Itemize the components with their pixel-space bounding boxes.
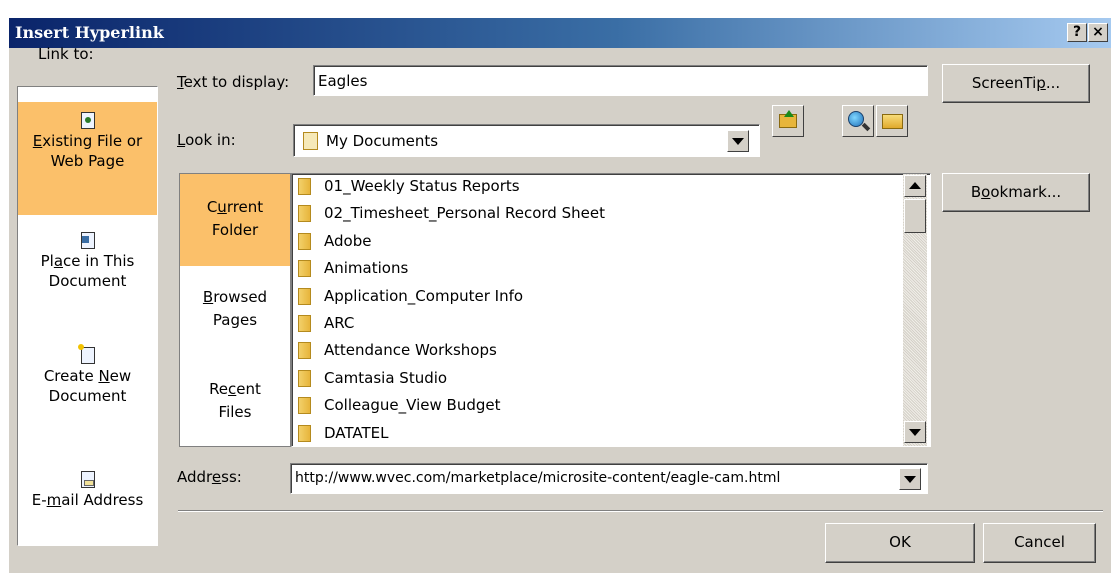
look-in-dropdown[interactable]: My Documents — [293, 124, 760, 157]
folder-icon — [298, 232, 311, 250]
place-in-document-icon — [80, 232, 95, 249]
look-in-label: Look in: — [177, 131, 236, 149]
address-label: Address: — [177, 468, 242, 486]
file-name: 02_Timesheet_Personal Record Sheet — [324, 204, 605, 223]
file-list-item[interactable]: 01_Weekly Status Reports — [292, 174, 897, 201]
folder-icon — [298, 424, 311, 442]
folder-icon — [298, 260, 311, 278]
folder-icon — [298, 315, 311, 332]
link-to-place-in-document[interactable]: Place in This Document — [18, 232, 157, 291]
file-list-item[interactable]: Attendance Workshops — [292, 338, 897, 365]
link-item-label: E-mail Address — [31, 491, 144, 509]
browse-file-button[interactable] — [876, 105, 908, 137]
link-to-existing-file[interactable]: Existing File or Web Page — [18, 102, 157, 215]
file-list-item[interactable]: DATATEL — [292, 421, 897, 446]
help-button[interactable]: ? — [1067, 23, 1087, 42]
folder-icon — [298, 287, 311, 305]
file-name: Colleague_View Budget — [324, 396, 501, 415]
link-to-email-address[interactable]: E-mail Address — [18, 471, 157, 510]
nav-recent-files[interactable]: Recent Files — [180, 378, 290, 424]
link-to-label: Link to: — [38, 45, 94, 63]
file-list-scrollbar[interactable] — [903, 174, 927, 446]
title-bar[interactable]: Insert Hyperlink ? × — [9, 18, 1111, 48]
link-item-label: Create New Document — [43, 367, 132, 405]
file-name: Application_Computer Info — [324, 286, 524, 305]
file-list-item[interactable]: Adobe — [292, 229, 897, 256]
open-folder-icon — [882, 114, 903, 129]
link-item-label: Place in This Document — [40, 252, 135, 290]
browse-nav: Current Folder Browsed Pages Recent Files — [179, 173, 291, 447]
file-list-item[interactable]: Application_Computer Info — [292, 284, 897, 311]
file-list-item[interactable]: Colleague_View Budget — [292, 393, 897, 420]
dialog-title: Insert Hyperlink — [15, 23, 164, 42]
folder-icon — [298, 397, 311, 415]
scroll-thumb[interactable] — [904, 199, 926, 233]
email-icon — [80, 471, 95, 488]
folder-icon — [298, 205, 311, 223]
file-list-item[interactable]: 02_Timesheet_Personal Record Sheet — [292, 201, 897, 228]
new-document-icon — [77, 344, 95, 364]
link-to-create-new-document[interactable]: Create New Document — [18, 344, 157, 406]
web-page-icon — [80, 112, 95, 129]
link-item-label: Existing File or Web Page — [32, 132, 143, 170]
look-in-dropdown-arrow[interactable] — [727, 130, 749, 152]
my-documents-icon — [303, 132, 318, 150]
address-dropdown[interactable]: http://www.wvec.com/marketplace/microsit… — [290, 463, 928, 494]
file-name: Attendance Workshops — [324, 341, 497, 360]
file-name: Animations — [324, 259, 409, 278]
file-name: DATATEL — [324, 423, 389, 442]
address-dropdown-arrow[interactable] — [899, 468, 921, 490]
folder-icon — [298, 342, 311, 360]
ok-button[interactable]: OK — [825, 523, 975, 563]
file-name: ARC — [324, 314, 355, 332]
folder-icon — [298, 178, 311, 195]
text-to-display-label: Text to display: — [177, 73, 290, 91]
nav-browsed-pages[interactable]: Browsed Pages — [180, 286, 290, 332]
nav-current-folder[interactable]: Current Folder — [180, 174, 290, 266]
browse-web-button[interactable] — [842, 105, 874, 137]
up-one-folder-button[interactable] — [772, 105, 804, 137]
separator — [178, 510, 1103, 512]
scroll-down-button[interactable] — [904, 421, 926, 443]
file-name: Camtasia Studio — [324, 368, 448, 387]
file-list[interactable]: 01_Weekly Status Reports 02_Timesheet_Per… — [291, 173, 931, 447]
bookmark-button[interactable]: Bookmark... — [942, 173, 1090, 212]
cancel-button[interactable]: Cancel — [983, 523, 1096, 563]
file-name: 01_Weekly Status Reports — [324, 177, 520, 195]
folder-icon — [298, 369, 311, 387]
file-list-item[interactable]: Camtasia Studio — [292, 366, 897, 393]
scroll-up-button[interactable] — [904, 175, 926, 197]
text-to-display-input[interactable]: Eagles — [313, 65, 928, 96]
screentip-button[interactable]: ScreenTip... — [942, 64, 1090, 103]
file-list-item[interactable]: Animations — [292, 256, 897, 283]
close-button[interactable]: × — [1088, 23, 1108, 42]
file-name: Adobe — [324, 231, 372, 250]
file-list-item[interactable]: ARC — [292, 311, 897, 338]
link-to-panel: Existing File or Web Page Place in This Do… — [17, 86, 158, 546]
